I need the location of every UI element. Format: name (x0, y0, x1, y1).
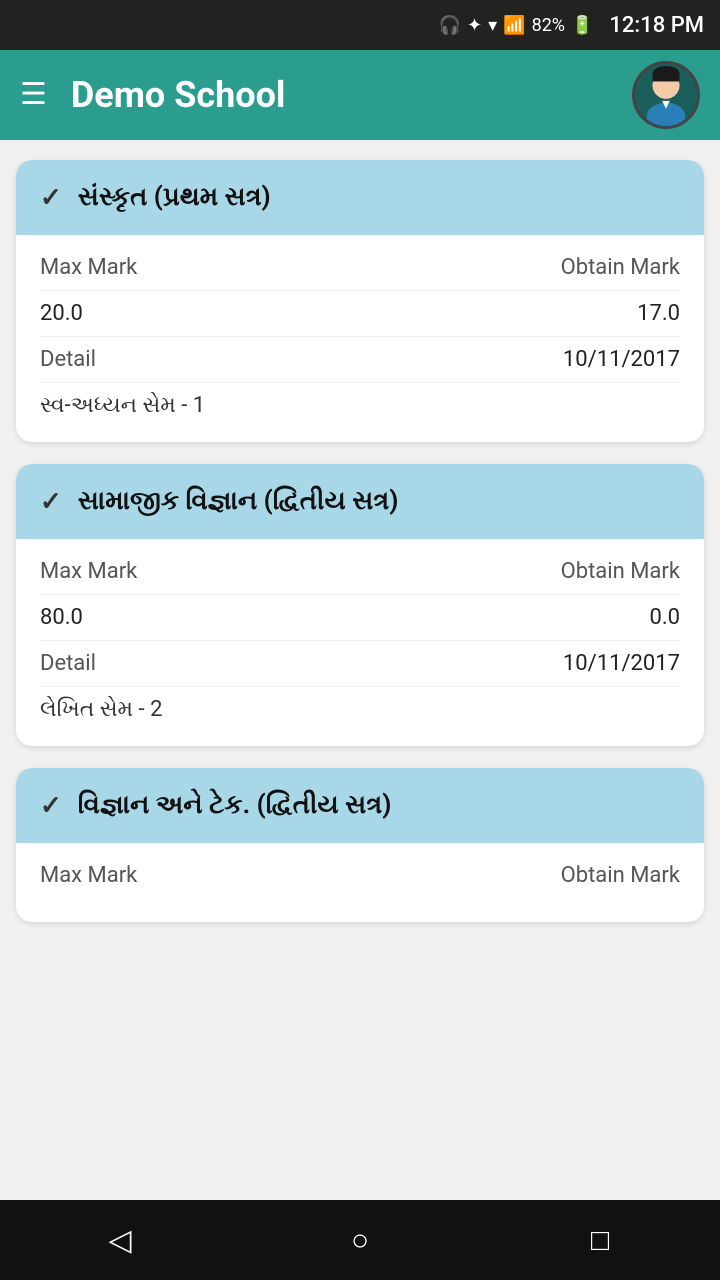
marks-labels-row-1: Max Mark Obtain Mark (40, 255, 680, 280)
obtain-mark-label-1: Obtain Mark (561, 255, 680, 280)
detail-value-1: 10/11/2017 (563, 347, 680, 372)
avatar-image (635, 63, 697, 127)
time-display: 12:18 PM (609, 13, 704, 38)
marks-labels-row-3: Max Mark Obtain Mark (40, 863, 680, 888)
extra-label-2: લેખિત સેમ - 2 (40, 697, 162, 722)
detail-label-2: Detail (40, 651, 96, 676)
main-content: ✓ સંસ્કૃત (પ્રથમ સત્ર) Max Mark Obtain M… (0, 140, 720, 1042)
check-icon-2: ✓ (40, 487, 62, 517)
app-bar: ☰ Demo School (0, 50, 720, 140)
card-body-science: Max Mark Obtain Mark (16, 843, 704, 922)
detail-row-1: Detail 10/11/2017 (40, 347, 680, 372)
check-icon-3: ✓ (40, 791, 62, 821)
card-header-social: ✓ સામાજીક વિજ્ઞાન (દ્વિતીય સત્ર) (16, 464, 704, 539)
max-mark-label-3: Max Mark (40, 863, 137, 888)
detail-label-1: Detail (40, 347, 96, 372)
card-body-sanskrit: Max Mark Obtain Mark 20.0 17.0 Detail 10… (16, 235, 704, 442)
obtain-mark-value-2: 0.0 (649, 605, 680, 630)
headphone-icon: 🎧 (439, 15, 461, 36)
detail-row-2: Detail 10/11/2017 (40, 651, 680, 676)
check-icon-1: ✓ (40, 183, 62, 213)
app-title: Demo School (71, 74, 608, 116)
home-icon: ○ (351, 1223, 369, 1258)
max-mark-label-2: Max Mark (40, 559, 137, 584)
max-mark-label-1: Max Mark (40, 255, 137, 280)
bottom-nav: ◁ ○ □ (0, 1200, 720, 1280)
home-button[interactable]: ○ (330, 1210, 390, 1270)
card-science-tech: ✓ વિજ્ઞાન અને ટેક. (દ્વિતીય સત્ર) Max Ma… (16, 768, 704, 922)
wifi-icon: ▾ (488, 15, 497, 36)
status-bar: 🎧 ✦ ▾ 📶 82% 🔋 12:18 PM (0, 0, 720, 50)
detail-value-2: 10/11/2017 (563, 651, 680, 676)
extra-label-1: સ્વ-અધ્યન સેમ - 1 (40, 393, 205, 418)
max-mark-value-2: 80.0 (40, 605, 83, 630)
card-title-social: સામાજીક વિજ્ઞાન (દ્વિતીય સત્ર) (78, 486, 399, 517)
card-title-science: વિજ્ઞાન અને ટેક. (દ્વિતીય સત્ર) (78, 790, 392, 821)
obtain-mark-label-3: Obtain Mark (561, 863, 680, 888)
back-button[interactable]: ◁ (90, 1210, 150, 1270)
battery-text: 82% (532, 15, 565, 36)
back-icon: ◁ (108, 1223, 131, 1258)
status-icons: 🎧 ✦ ▾ 📶 82% 🔋 (439, 15, 594, 36)
signal-icon: 📶 (503, 15, 525, 36)
card-sanskrit: ✓ સંસ્કૃત (પ્રથમ સત્ર) Max Mark Obtain M… (16, 160, 704, 442)
card-header-science: ✓ વિજ્ઞાન અને ટેક. (દ્વિતીય સત્ર) (16, 768, 704, 843)
battery-icon: 🔋 (571, 15, 593, 36)
recent-icon: □ (591, 1223, 609, 1258)
obtain-mark-value-1: 17.0 (637, 301, 680, 326)
card-body-social: Max Mark Obtain Mark 80.0 0.0 Detail 10/… (16, 539, 704, 746)
marks-values-row-2: 80.0 0.0 (40, 605, 680, 630)
bluetooth-icon: ✦ (467, 15, 482, 36)
card-title-sanskrit: સંસ્કૃત (પ્રથમ સત્ર) (78, 182, 271, 213)
card-header-sanskrit: ✓ સંસ્કૃત (પ્રથમ સત્ર) (16, 160, 704, 235)
recent-apps-button[interactable]: □ (570, 1210, 630, 1270)
card-social-science: ✓ સામાજીક વિજ્ઞાન (દ્વિતીય સત્ર) Max Mar… (16, 464, 704, 746)
marks-values-row-1: 20.0 17.0 (40, 301, 680, 326)
max-mark-value-1: 20.0 (40, 301, 83, 326)
hamburger-menu-icon[interactable]: ☰ (20, 80, 47, 110)
obtain-mark-label-2: Obtain Mark (561, 559, 680, 584)
marks-labels-row-2: Max Mark Obtain Mark (40, 559, 680, 584)
avatar[interactable] (632, 61, 700, 129)
